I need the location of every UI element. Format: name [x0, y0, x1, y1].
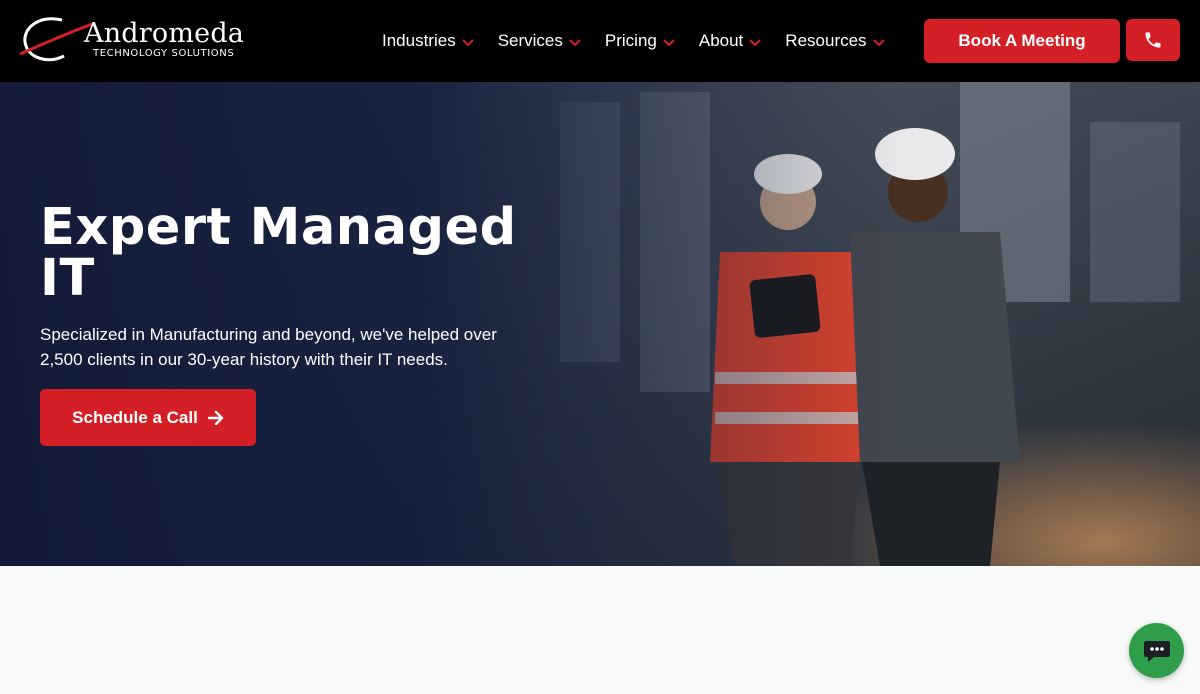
nav-item-resources[interactable]: Resources	[785, 31, 885, 51]
hero-title: Expert Managed IT	[40, 198, 517, 308]
chat-icon	[1143, 640, 1170, 662]
hero-subtitle: Specialized in Manufacturing and beyond,…	[40, 325, 497, 369]
chevron-down-icon	[872, 39, 885, 47]
brand-name: Andromeda	[84, 18, 245, 49]
chevron-down-icon	[569, 39, 581, 47]
nav-item-label: About	[698, 31, 744, 50]
schedule-call-label: Schedule a Call	[72, 407, 198, 427]
nav-item-services[interactable]: Services	[498, 31, 581, 51]
schedule-call-button[interactable]: Schedule a Call	[40, 389, 256, 446]
chevron-down-icon	[749, 39, 762, 47]
nav-item-label: Pricing	[604, 31, 657, 50]
phone-button[interactable]	[1126, 19, 1180, 61]
chat-button[interactable]	[1129, 623, 1184, 678]
main-nav: Industries Services Pricing About Resour…	[382, 0, 909, 82]
arrow-right-icon	[207, 410, 224, 425]
nav-item-label: Resources	[785, 31, 867, 50]
nav-item-pricing[interactable]: Pricing	[605, 31, 675, 51]
nav-item-label: Services	[497, 31, 563, 50]
brand-tagline: TECHNOLOGY SOLUTIONS	[93, 48, 235, 59]
nav-item-industries[interactable]: Industries	[382, 31, 474, 51]
hero-section: Expert Managed IT Specialized in Manufac…	[0, 82, 1200, 566]
nav-item-about[interactable]: About	[698, 31, 762, 51]
book-meeting-button[interactable]: Book A Meeting	[924, 19, 1120, 63]
site-header: Andromeda TECHNOLOGY SOLUTIONS Industrie…	[0, 0, 1200, 82]
brand-logo[interactable]: Andromeda TECHNOLOGY SOLUTIONS	[18, 16, 244, 66]
chevron-down-icon	[461, 39, 474, 47]
phone-icon	[1145, 32, 1161, 48]
chevron-down-icon	[663, 39, 675, 47]
nav-item-label: Industries	[382, 31, 456, 50]
